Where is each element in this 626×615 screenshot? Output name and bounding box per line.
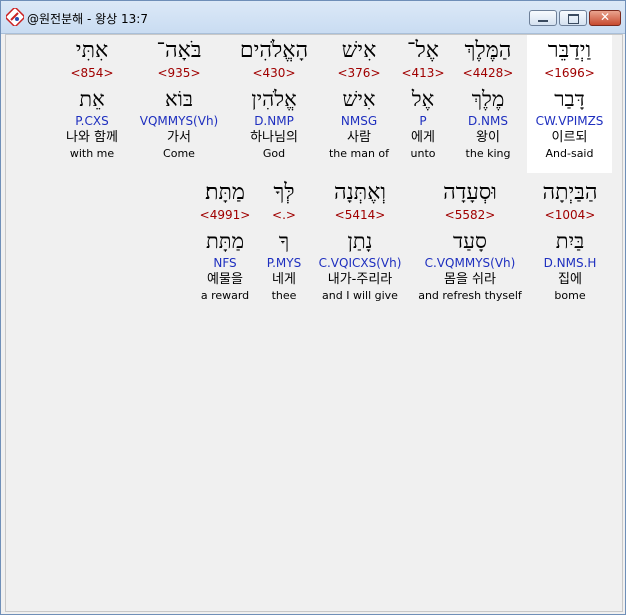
lemma: אֵת: [79, 87, 105, 111]
morphology-code[interactable]: P: [398, 113, 448, 129]
strong-number[interactable]: <935>: [134, 65, 224, 81]
strong-number[interactable]: <854>: [54, 65, 130, 81]
english-gloss: bome: [554, 289, 586, 302]
hebrew-word: וַיְדַבֵּר: [547, 38, 592, 63]
lemma: מַתָּת: [205, 229, 245, 253]
strong-number[interactable]: <4991>: [194, 207, 256, 223]
morphology-code[interactable]: NFS: [194, 255, 256, 271]
english-gloss: and I will give: [322, 289, 398, 302]
hebrew-word: אִישׁ: [341, 38, 377, 63]
korean-gloss: 집에: [558, 272, 582, 287]
word-block[interactable]: הַבַּיְתָה <1004> בַּיִת D.NMS.H 집에 bome: [530, 179, 610, 303]
strong-number[interactable]: <5414>: [312, 207, 408, 223]
morphology-code[interactable]: P.CXS: [54, 113, 130, 129]
korean-gloss: 이르되: [551, 130, 588, 145]
strong-number[interactable]: <413>: [398, 65, 448, 81]
morphology-code[interactable]: P.MYS: [260, 255, 308, 271]
morphology-code[interactable]: CW.VPIMZS: [527, 113, 612, 129]
morphology-code[interactable]: D.NMS.H: [530, 255, 610, 271]
word-block[interactable]: מַתָּת׃ <4991> מַתָּת NFS 예물을 a reward: [194, 179, 256, 303]
korean-gloss: 내가-주리라: [327, 272, 393, 287]
lemma: מֶלֶךְ: [471, 87, 505, 111]
english-gloss: and refresh thyself: [418, 289, 522, 302]
korean-gloss: 예물을: [207, 272, 243, 287]
lemma: סָעַד: [453, 229, 487, 253]
lemma: בַּיִת: [555, 229, 585, 253]
korean-gloss: 나와 함께: [66, 130, 118, 145]
strong-number[interactable]: <376>: [324, 65, 394, 81]
korean-gloss: 가서: [167, 130, 191, 145]
analysis-panel: וַיְדַבֵּר <1696> דָּבַר CW.VPIMZS 이르되 A…: [5, 34, 623, 612]
strong-number[interactable]: <5582>: [412, 207, 528, 223]
english-gloss: with me: [69, 147, 115, 160]
title-bar[interactable]: @원전분해 - 왕상 13:7 ✕: [1, 1, 625, 34]
word-block[interactable]: לְּךָ <.> ךָ P.MYS 네게 thee: [260, 179, 308, 303]
hebrew-word: לְּךָ: [273, 180, 295, 205]
minimize-button[interactable]: [529, 10, 557, 26]
morphology-code[interactable]: C.VQICXS(Vh): [312, 255, 408, 271]
lemma: אֶל: [411, 87, 435, 111]
hebrew-word: מַתָּת׃: [205, 180, 245, 205]
word-block[interactable]: וְאֶתְּנָה <5414> נָתַן C.VQICXS(Vh) 내가-…: [312, 179, 408, 303]
korean-gloss: 왕이: [476, 130, 500, 145]
hebrew-word: וְאֶתְּנָה: [333, 180, 387, 205]
strong-number[interactable]: <430>: [228, 65, 320, 81]
english-gloss: the king: [465, 147, 511, 160]
word-block[interactable]: בֹּאָה־ <935> בּוֹא VQMMYS(Vh) 가서 Come: [134, 37, 224, 161]
window-title: @원전분해 - 왕상 13:7: [27, 12, 148, 26]
english-gloss: Come: [163, 147, 195, 160]
english-gloss: God: [262, 147, 286, 160]
hebrew-word: הָאֱלֹהִים: [239, 38, 309, 63]
lemma: אֱלֹהִין: [251, 87, 297, 111]
hebrew-word: אֶל־: [407, 38, 439, 63]
korean-gloss: 에게: [411, 130, 435, 145]
word-block[interactable]: אִתִּי <854> אֵת P.CXS 나와 함께 with me: [54, 37, 130, 161]
english-gloss: And-said: [545, 147, 594, 160]
hebrew-word: וּסְעָדָה: [443, 180, 497, 205]
morphology-code[interactable]: C.VQMMYS(Vh): [412, 255, 528, 271]
strong-number[interactable]: <1004>: [530, 207, 610, 223]
word-block[interactable]: וַיְדַבֵּר <1696> דָּבַר CW.VPIMZS 이르되 A…: [527, 37, 612, 161]
maximize-icon: [568, 14, 579, 24]
korean-gloss: 몸을 쉬라: [444, 272, 496, 287]
maximize-button[interactable]: [559, 10, 587, 26]
word-block[interactable]: הַמֶּלֶךְ <4428> מֶלֶךְ D.NMS 왕이 the kin…: [452, 37, 524, 161]
close-button[interactable]: ✕: [589, 10, 621, 26]
morphology-code[interactable]: NMSG: [324, 113, 394, 129]
hebrew-word: הַמֶּלֶךְ: [464, 38, 512, 63]
english-gloss: a reward: [200, 289, 250, 302]
lemma: נָתַן: [347, 229, 373, 253]
english-gloss: unto: [410, 147, 436, 160]
hebrew-word: אִתִּי: [75, 38, 109, 63]
lemma: אִישׁ: [342, 87, 376, 111]
lemma: בּוֹא: [164, 87, 194, 111]
word-block[interactable]: וּסְעָדָה <5582> סָעַד C.VQMMYS(Vh) 몸을 쉬…: [412, 179, 528, 303]
korean-gloss: 하나님의: [250, 130, 298, 145]
close-icon: ✕: [599, 10, 611, 24]
app-logo-icon: [6, 8, 24, 26]
strong-number[interactable]: <1696>: [527, 65, 612, 81]
lemma: ךָ: [278, 229, 290, 253]
morphology-code[interactable]: VQMMYS(Vh): [134, 113, 224, 129]
korean-gloss: 네게: [272, 272, 296, 287]
hebrew-word: בֹּאָה־: [156, 38, 202, 63]
minimize-icon: [538, 20, 548, 22]
strong-number[interactable]: <.>: [260, 207, 308, 223]
word-block[interactable]: אִישׁ <376> אִישׁ NMSG 사람 the man of: [324, 37, 394, 161]
app-window: @원전분해 - 왕상 13:7 ✕ וַיְדַבֵּר <1696> דָּב…: [0, 0, 626, 615]
hebrew-word: הַבַּיְתָה: [542, 180, 598, 205]
window-controls: ✕: [529, 10, 621, 28]
word-block[interactable]: הָאֱלֹהִים <430> אֱלֹהִין D.NMP 하나님의 God: [228, 37, 320, 161]
english-gloss: thee: [271, 289, 297, 302]
strong-number[interactable]: <4428>: [452, 65, 524, 81]
korean-gloss: 사람: [347, 130, 371, 145]
word-block[interactable]: אֶל־ <413> אֶל P 에게 unto: [398, 37, 448, 161]
lemma: דָּבַר: [554, 87, 585, 111]
english-gloss: the man of: [328, 147, 390, 160]
morphology-code[interactable]: D.NMS: [452, 113, 524, 129]
morphology-code[interactable]: D.NMP: [228, 113, 320, 129]
